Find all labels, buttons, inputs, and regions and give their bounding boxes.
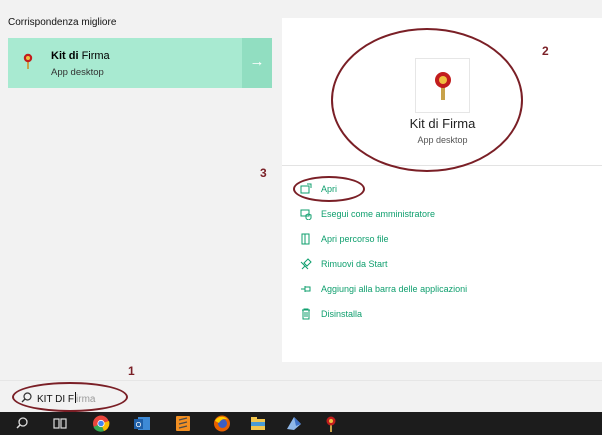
start-search-panel: Corrispondenza migliore Kit di Firma App… (0, 0, 602, 412)
annotation-circle-details (331, 28, 523, 172)
action-label: Esegui come amministratore (321, 209, 436, 219)
unpin-icon (300, 258, 312, 270)
task-view-icon[interactable] (50, 414, 70, 433)
action-label: Apri percorso file (321, 234, 389, 244)
annotation-circle-search (12, 382, 128, 412)
annotation-number-2: 2 (542, 44, 549, 58)
file-location-icon (301, 233, 310, 245)
trash-icon (302, 308, 310, 320)
pin-taskbar-icon (301, 286, 311, 292)
annotation-circle-open (293, 176, 365, 202)
svg-text:O: O (136, 422, 142, 429)
section-header: Corrispondenza migliore (8, 17, 117, 28)
seal-icon (23, 53, 33, 69)
best-match-subtitle: App desktop (51, 67, 104, 78)
file-explorer-icon[interactable] (248, 414, 268, 433)
app-icon[interactable] (284, 414, 304, 433)
annotation-number-1: 1 (128, 364, 135, 378)
outlook-icon[interactable]: O (132, 414, 152, 433)
search-icon[interactable] (12, 414, 32, 433)
expand-arrow-button[interactable]: → (242, 38, 272, 88)
firefox-icon[interactable] (212, 414, 232, 433)
action-label: Rimuovi da Start (321, 259, 388, 269)
kit-di-firma-icon[interactable] (321, 414, 341, 433)
action-label: Aggiungi alla barra delle applicazioni (321, 284, 468, 294)
search-results-column: Corrispondenza migliore Kit di Firma App… (0, 0, 272, 380)
annotation-number-3: 3 (260, 166, 267, 180)
best-match-result[interactable]: Kit di Firma App desktop (8, 38, 242, 88)
best-match-title: Kit di Firma (51, 50, 110, 62)
taskbar: O (0, 412, 602, 435)
action-label: Disinstalla (321, 309, 363, 319)
chrome-icon[interactable] (91, 414, 111, 433)
run-as-admin-icon (300, 209, 312, 220)
sublime-icon[interactable] (173, 414, 193, 433)
